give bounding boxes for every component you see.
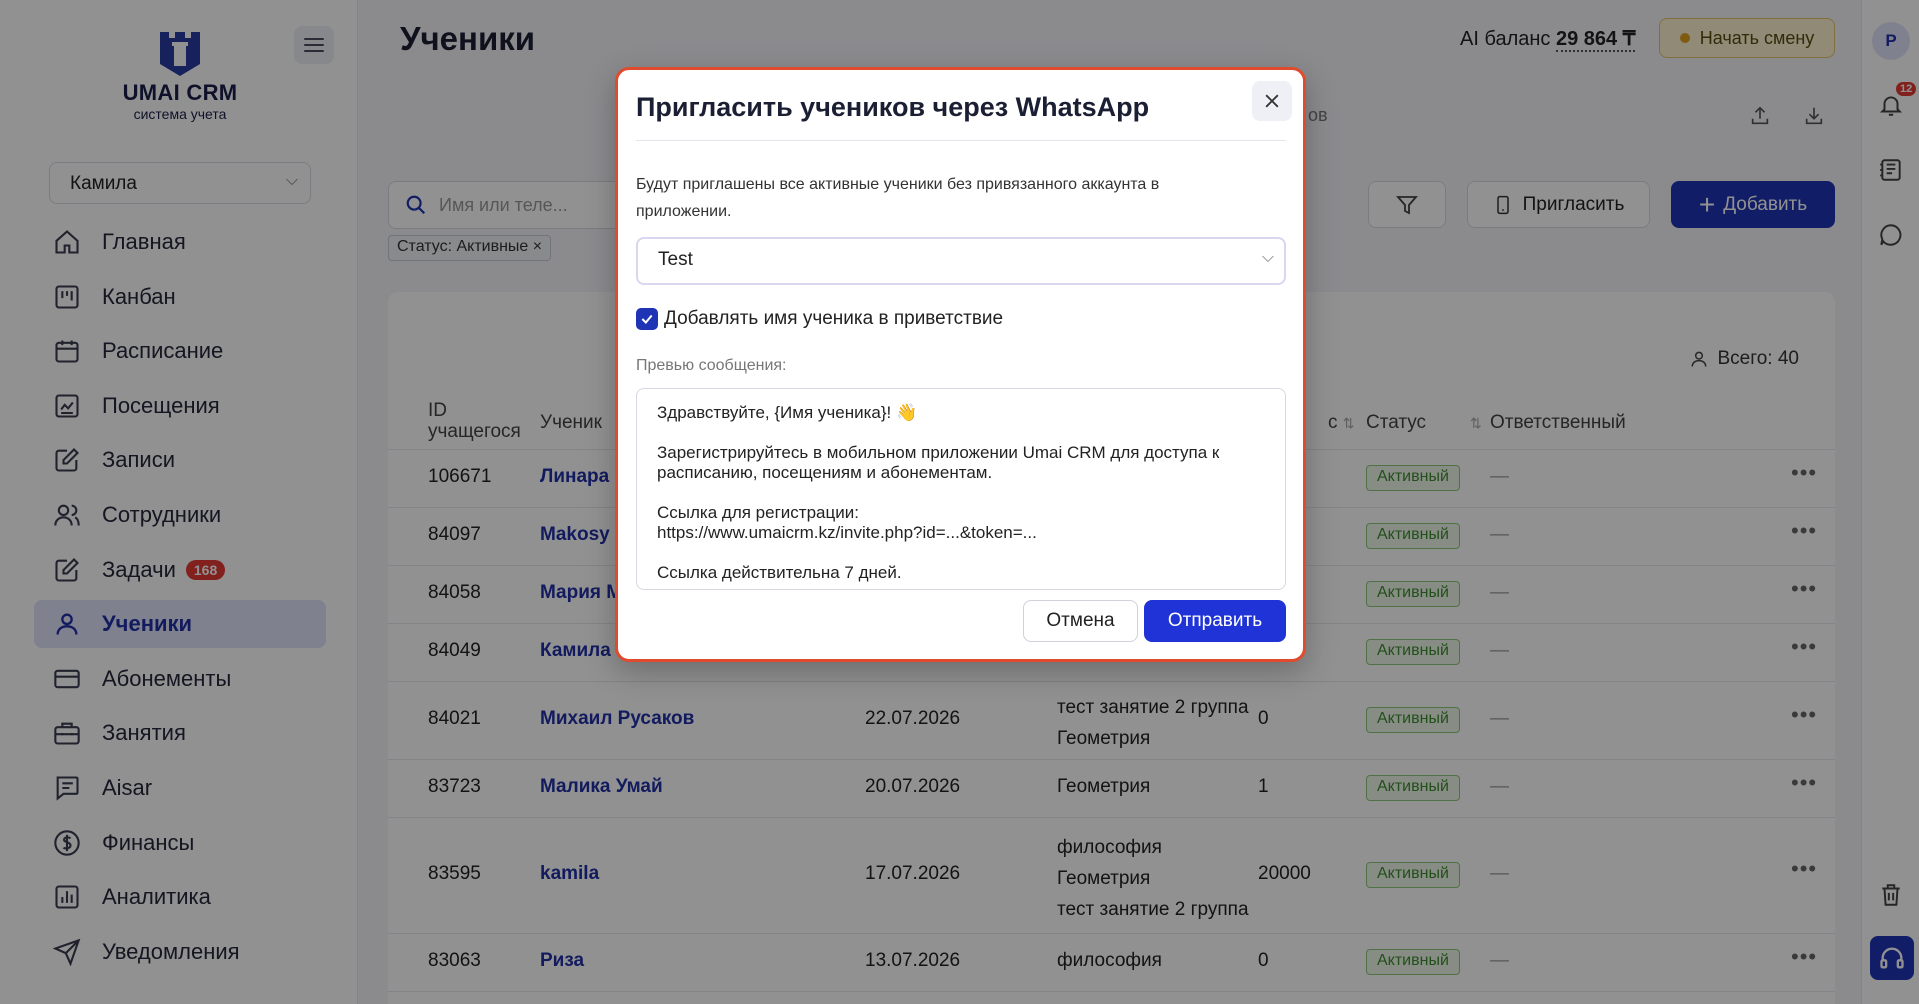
close-icon xyxy=(1265,94,1279,108)
modal-divider xyxy=(636,140,1286,141)
template-select[interactable]: Test ⌵ xyxy=(636,237,1286,285)
check-icon xyxy=(641,314,653,325)
template-select-value: Test xyxy=(658,249,693,270)
send-button[interactable]: Отправить xyxy=(1144,600,1286,642)
invite-whatsapp-modal: Пригласить учеников через WhatsApp Будут… xyxy=(615,67,1306,662)
cancel-button[interactable]: Отмена xyxy=(1023,600,1138,642)
preview-label: Превью сообщения: xyxy=(636,357,787,374)
message-preview-textarea[interactable]: Здравствуйте, {Имя ученика}! 👋 Зарегистр… xyxy=(636,388,1286,590)
add-name-checkbox-label: Добавлять имя ученика в приветствие xyxy=(664,308,1004,329)
add-name-checkbox[interactable] xyxy=(636,308,658,330)
close-button[interactable] xyxy=(1252,81,1292,121)
modal-description: Будут приглашены все активные ученики бе… xyxy=(636,176,1160,220)
chevron-down-icon: ⌵ xyxy=(1261,249,1274,266)
add-name-checkbox-row[interactable]: Добавлять имя ученика в приветствие xyxy=(636,308,1003,330)
modal-title: Пригласить учеников через WhatsApp xyxy=(636,92,1150,122)
